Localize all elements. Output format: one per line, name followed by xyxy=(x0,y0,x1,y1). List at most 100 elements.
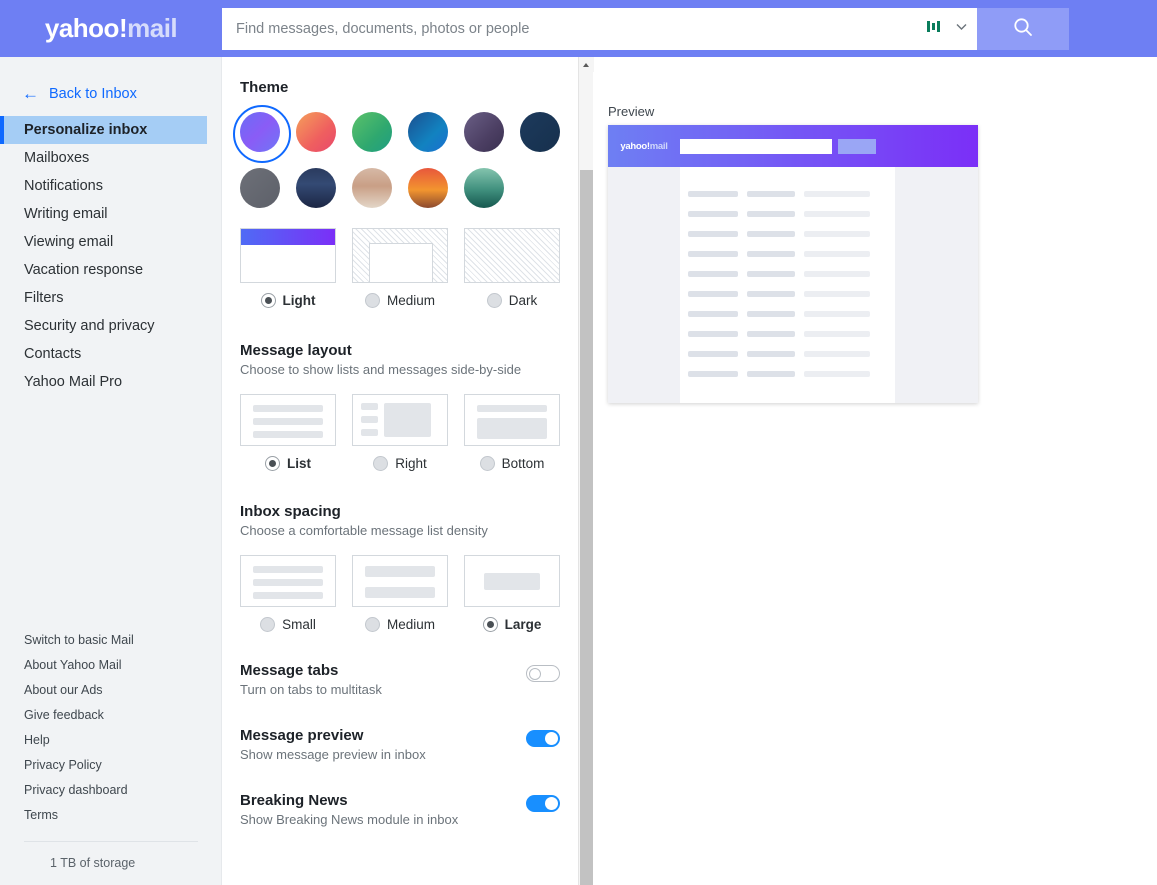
yahoo-mail-logo[interactable]: yahoo! mail xyxy=(0,0,222,57)
radio-large[interactable] xyxy=(482,617,498,632)
footer-link-help[interactable]: Help xyxy=(0,727,222,752)
theme-swatch-purple-gradient[interactable] xyxy=(233,105,291,163)
theme-mode-light-option[interactable]: Light xyxy=(240,293,336,308)
radio-small[interactable] xyxy=(260,617,276,632)
message-tabs-toggle[interactable] xyxy=(526,665,560,682)
footer-link-privacy-dashboard[interactable]: Privacy dashboard xyxy=(0,777,222,802)
preview-search-button xyxy=(838,138,876,154)
sidebar-item-label: Filters xyxy=(24,290,64,306)
arrow-left-icon: ← xyxy=(22,84,39,103)
preview-logo: yahoo!mail xyxy=(608,141,680,152)
message-tabs-subtitle: Turn on tabs to multitask xyxy=(240,682,382,697)
theme-mode-options: Light Medium Dark xyxy=(240,228,578,308)
footer-link-give-feedback[interactable]: Give feedback xyxy=(0,702,222,727)
preview-skeleton-row xyxy=(680,191,895,197)
theme-swatch-canyon-sunset[interactable] xyxy=(408,168,448,208)
breaking-news-toggle[interactable] xyxy=(526,795,560,812)
sidebar-item-notifications[interactable]: Notifications xyxy=(0,172,221,200)
inbox-spacing-medium[interactable]: Medium xyxy=(352,555,448,632)
sidebar-item-filters[interactable]: Filters xyxy=(0,284,221,312)
radio-bottom[interactable] xyxy=(479,456,495,471)
scrollbar-up-arrow-icon[interactable] xyxy=(579,57,594,72)
search-icon xyxy=(1012,16,1034,41)
sidebar-item-personalize-inbox[interactable]: Personalize inbox xyxy=(0,116,207,144)
back-to-inbox-link[interactable]: ← Back to Inbox xyxy=(0,57,221,102)
preview-skeleton-row xyxy=(680,351,895,357)
theme-swatch-dark-violet[interactable] xyxy=(464,112,504,152)
inbox-spacing-large[interactable]: Large xyxy=(464,555,560,632)
theme-mode-dark-option[interactable]: Dark xyxy=(464,293,560,308)
theme-swatch-green-valley[interactable] xyxy=(464,168,504,208)
inbox-spacing-large-option[interactable]: Large xyxy=(464,617,560,632)
radio-medium-spacing[interactable] xyxy=(364,617,380,632)
chevron-down-icon[interactable] xyxy=(954,19,969,39)
message-layout-list[interactable]: List xyxy=(240,394,336,471)
sidebar-item-viewing-email[interactable]: Viewing email xyxy=(0,228,221,256)
footer-link-label: Help xyxy=(24,732,50,747)
search-button[interactable] xyxy=(977,7,1069,50)
message-layout-list-option[interactable]: List xyxy=(240,456,336,471)
message-preview-subtitle: Show message preview in inbox xyxy=(240,747,426,762)
theme-swatch-green[interactable] xyxy=(352,112,392,152)
message-layout-bottom[interactable]: Bottom xyxy=(464,394,560,471)
footer-link-label: Privacy Policy xyxy=(24,757,102,772)
sidebar-item-writing-email[interactable]: Writing email xyxy=(0,200,221,228)
sidebar-item-vacation-response[interactable]: Vacation response xyxy=(0,256,221,284)
theme-mode-medium-thumbnail xyxy=(352,228,448,283)
footer-link-label: Give feedback xyxy=(24,707,104,722)
theme-swatch-desert-dunes[interactable] xyxy=(352,168,392,208)
logo-mail-text: mail xyxy=(127,13,178,43)
sidebar-item-contacts[interactable]: Contacts xyxy=(0,340,221,368)
footer-link-about-yahoo-mail[interactable]: About Yahoo Mail xyxy=(0,652,222,677)
radio-light[interactable] xyxy=(260,293,276,308)
theme-mode-dark-label: Dark xyxy=(508,293,538,308)
footer-divider xyxy=(24,841,198,842)
search-tools xyxy=(925,18,977,40)
theme-mode-medium[interactable]: Medium xyxy=(352,228,448,308)
message-layout-right-option[interactable]: Right xyxy=(352,456,448,471)
message-layout-right[interactable]: Right xyxy=(352,394,448,471)
sidebar-item-security-and-privacy[interactable]: Security and privacy xyxy=(0,312,221,340)
footer-link-privacy-policy[interactable]: Privacy Policy xyxy=(0,752,222,777)
bars-icon[interactable] xyxy=(925,18,942,40)
search-input[interactable] xyxy=(222,7,925,50)
app-header: yahoo! mail xyxy=(0,0,1157,57)
footer-link-terms[interactable]: Terms xyxy=(0,802,222,827)
theme-mode-light[interactable]: Light xyxy=(240,228,336,308)
radio-list[interactable] xyxy=(264,456,280,471)
inbox-spacing-medium-option[interactable]: Medium xyxy=(352,617,448,632)
sidebar-item-yahoo-mail-pro[interactable]: Yahoo Mail Pro xyxy=(0,368,221,396)
preview-skeleton-row xyxy=(680,251,895,257)
footer-link-switch-to-basic-mail[interactable]: Switch to basic Mail xyxy=(0,627,222,652)
inbox-spacing-small[interactable]: Small xyxy=(240,555,336,632)
message-layout-options: List Right Bottom xyxy=(240,394,578,471)
search-box xyxy=(222,7,977,50)
message-layout-bottom-option[interactable]: Bottom xyxy=(464,456,560,471)
radio-right[interactable] xyxy=(373,456,389,471)
sidebar-item-label: Personalize inbox xyxy=(24,122,148,138)
sidebar-item-label: Viewing email xyxy=(24,234,114,250)
radio-medium[interactable] xyxy=(364,293,380,308)
theme-swatch-sunset-red[interactable] xyxy=(296,112,336,152)
theme-mode-dark[interactable]: Dark xyxy=(464,228,560,308)
preview-pane: Preview yahoo!mail xyxy=(594,57,1157,885)
toggle-knob xyxy=(529,668,541,680)
theme-swatch-slate-gray[interactable] xyxy=(240,168,280,208)
theme-swatch-navy[interactable] xyxy=(520,112,560,152)
radio-dark[interactable] xyxy=(486,293,502,308)
preview-skeleton-row xyxy=(680,371,895,377)
footer-link-about-our-ads[interactable]: About our Ads xyxy=(0,677,222,702)
theme-swatch-night-mountains[interactable] xyxy=(296,168,336,208)
sidebar-item-mailboxes[interactable]: Mailboxes xyxy=(0,144,221,172)
theme-swatch-blue[interactable] xyxy=(408,112,448,152)
logo-exclamation: ! xyxy=(118,13,128,43)
message-layout-right-thumbnail xyxy=(352,394,448,446)
scrollbar-thumb[interactable] xyxy=(580,170,593,885)
inbox-spacing-small-option[interactable]: Small xyxy=(240,617,336,632)
inbox-spacing-large-thumbnail xyxy=(464,555,560,607)
theme-mode-medium-option[interactable]: Medium xyxy=(352,293,448,308)
settings-scrollbar[interactable] xyxy=(578,57,594,885)
message-preview-toggle[interactable] xyxy=(526,730,560,747)
storage-label: 1 TB of storage xyxy=(50,856,136,870)
footer-link-label: Switch to basic Mail xyxy=(24,632,134,647)
